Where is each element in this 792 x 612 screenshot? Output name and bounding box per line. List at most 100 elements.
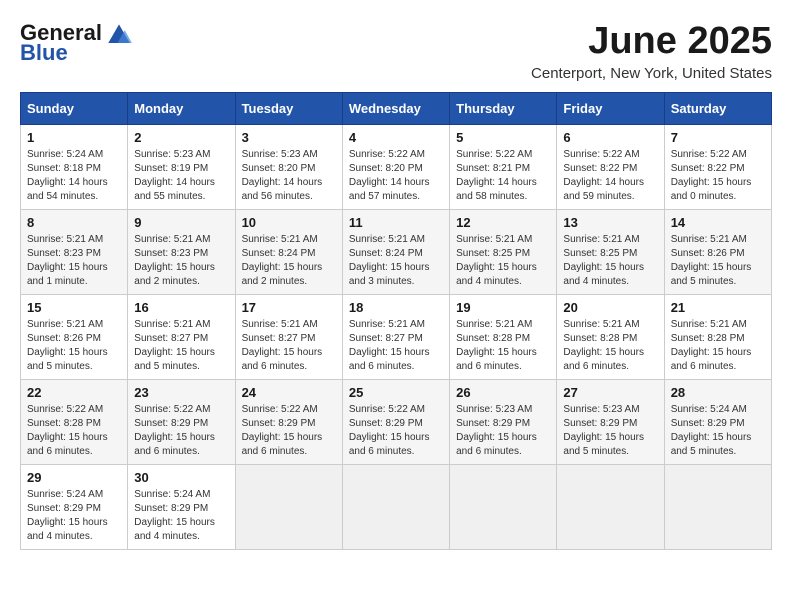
calendar-cell: 1Sunrise: 5:24 AM Sunset: 8:18 PM Daylig… [21,125,128,210]
day-info: Sunrise: 5:22 AM Sunset: 8:21 PM Dayligh… [456,148,550,204]
calendar-cell: 6 Sunrise: 5:22 AM Sunset: 8:22 PM Daylig… [557,125,664,210]
day-number: 4 [349,130,443,145]
day-number: 1 [27,130,121,145]
day-info: Sunrise: 5:23 AM Sunset: 8:29 PM Dayligh… [563,403,657,459]
day-number: 10 [242,215,336,230]
day-number: 22 [27,385,121,400]
calendar-cell: 12 Sunrise: 5:21 AM Sunset: 8:25 PM Dayli… [450,210,557,295]
day-info: Sunrise: 5:22 AM Sunset: 8:20 PM Dayligh… [349,148,443,204]
day-number: 26 [456,385,550,400]
calendar-cell: 15 Sunrise: 5:21 AM Sunset: 8:26 PM Dayli… [21,295,128,380]
day-number: 17 [242,300,336,315]
day-number: 7 [671,130,765,145]
day-number: 20 [563,300,657,315]
header-row: SundayMondayTuesdayWednesdayThursdayFrid… [21,93,772,125]
calendar-cell: 8Sunrise: 5:21 AM Sunset: 8:23 PM Daylig… [21,210,128,295]
week-row-3: 15 Sunrise: 5:21 AM Sunset: 8:26 PM Dayli… [21,295,772,380]
day-info: Sunrise: 5:21 AM Sunset: 8:23 PM Dayligh… [134,233,228,289]
calendar-cell: 3 Sunrise: 5:23 AM Sunset: 8:20 PM Daylig… [235,125,342,210]
calendar-cell: 30 Sunrise: 5:24 AM Sunset: 8:29 PM Dayli… [128,465,235,550]
calendar-cell: 19 Sunrise: 5:21 AM Sunset: 8:28 PM Dayli… [450,295,557,380]
week-row-4: 22 Sunrise: 5:22 AM Sunset: 8:28 PM Dayli… [21,380,772,465]
day-info: Sunrise: 5:22 AM Sunset: 8:29 PM Dayligh… [349,403,443,459]
day-info: Sunrise: 5:22 AM Sunset: 8:28 PM Dayligh… [27,403,121,459]
location-text: Centerport, New York, United States [531,65,772,82]
day-number: 11 [349,215,443,230]
day-info: Sunrise: 5:21 AM Sunset: 8:25 PM Dayligh… [563,233,657,289]
day-number: 12 [456,215,550,230]
day-number: 14 [671,215,765,230]
day-number: 27 [563,385,657,400]
calendar-table: SundayMondayTuesdayWednesdayThursdayFrid… [20,92,772,550]
day-info: Sunrise: 5:24 AM Sunset: 8:29 PM Dayligh… [134,488,228,544]
day-header-thursday: Thursday [450,93,557,125]
day-info: Sunrise: 5:21 AM Sunset: 8:27 PM Dayligh… [349,318,443,374]
calendar-cell: 20Sunrise: 5:21 AM Sunset: 8:28 PM Dayli… [557,295,664,380]
day-header-friday: Friday [557,93,664,125]
day-number: 25 [349,385,443,400]
day-info: Sunrise: 5:24 AM Sunset: 8:29 PM Dayligh… [671,403,765,459]
calendar-cell: 7Sunrise: 5:22 AM Sunset: 8:22 PM Daylig… [664,125,771,210]
calendar-cell: 11 Sunrise: 5:21 AM Sunset: 8:24 PM Dayli… [342,210,449,295]
day-number: 3 [242,130,336,145]
day-number: 13 [563,215,657,230]
day-number: 21 [671,300,765,315]
logo-blue-text: Blue [20,40,68,66]
logo: General Blue [20,20,134,66]
day-header-wednesday: Wednesday [342,93,449,125]
calendar-cell: 10 Sunrise: 5:21 AM Sunset: 8:24 PM Dayli… [235,210,342,295]
day-info: Sunrise: 5:21 AM Sunset: 8:27 PM Dayligh… [134,318,228,374]
day-info: Sunrise: 5:23 AM Sunset: 8:19 PM Dayligh… [134,148,228,204]
day-number: 24 [242,385,336,400]
title-area: June 2025 Centerport, New York, United S… [531,20,772,82]
day-info: Sunrise: 5:23 AM Sunset: 8:20 PM Dayligh… [242,148,336,204]
day-info: Sunrise: 5:23 AM Sunset: 8:29 PM Dayligh… [456,403,550,459]
day-info: Sunrise: 5:21 AM Sunset: 8:28 PM Dayligh… [456,318,550,374]
calendar-cell: 23 Sunrise: 5:22 AM Sunset: 8:29 PM Dayli… [128,380,235,465]
calendar-cell: 14Sunrise: 5:21 AM Sunset: 8:26 PM Dayli… [664,210,771,295]
month-title: June 2025 [531,20,772,63]
day-info: Sunrise: 5:21 AM Sunset: 8:28 PM Dayligh… [671,318,765,374]
calendar-cell: 21 Sunrise: 5:21 AM Sunset: 8:28 PM Dayli… [664,295,771,380]
day-number: 23 [134,385,228,400]
calendar-cell: 13 Sunrise: 5:21 AM Sunset: 8:25 PM Dayli… [557,210,664,295]
day-info: Sunrise: 5:22 AM Sunset: 8:22 PM Dayligh… [563,148,657,204]
day-header-sunday: Sunday [21,93,128,125]
day-number: 29 [27,470,121,485]
calendar-cell: 27 Sunrise: 5:23 AM Sunset: 8:29 PM Dayli… [557,380,664,465]
day-number: 16 [134,300,228,315]
week-row-2: 8 Sunrise: 5:21 AM Sunset: 8:23 PM Daylig… [21,210,772,295]
day-info: Sunrise: 5:21 AM Sunset: 8:27 PM Dayligh… [242,318,336,374]
calendar-cell: 29 Sunrise: 5:24 AM Sunset: 8:29 PM Dayli… [21,465,128,550]
day-number: 2 [134,130,228,145]
calendar-cell: 28 Sunrise: 5:24 AM Sunset: 8:29 PM Dayli… [664,380,771,465]
calendar-cell: 26 Sunrise: 5:23 AM Sunset: 8:29 PM Dayli… [450,380,557,465]
calendar-cell: 18 Sunrise: 5:21 AM Sunset: 8:27 PM Dayli… [342,295,449,380]
day-info: Sunrise: 5:21 AM Sunset: 8:26 PM Dayligh… [27,318,121,374]
day-header-monday: Monday [128,93,235,125]
calendar-cell [450,465,557,550]
day-info: Sunrise: 5:22 AM Sunset: 8:29 PM Dayligh… [242,403,336,459]
day-number: 8 [27,215,121,230]
day-number: 19 [456,300,550,315]
day-info: Sunrise: 5:21 AM Sunset: 8:24 PM Dayligh… [349,233,443,289]
calendar-cell [235,465,342,550]
day-number: 5 [456,130,550,145]
calendar-cell: 4 Sunrise: 5:22 AM Sunset: 8:20 PM Daylig… [342,125,449,210]
calendar-cell: 24 Sunrise: 5:22 AM Sunset: 8:29 PM Dayli… [235,380,342,465]
day-number: 9 [134,215,228,230]
week-row-5: 29 Sunrise: 5:24 AM Sunset: 8:29 PM Dayli… [21,465,772,550]
logo-icon [104,23,134,43]
page-header: General Blue June 2025 Centerport, New Y… [20,20,772,82]
day-number: 28 [671,385,765,400]
calendar-cell: 22 Sunrise: 5:22 AM Sunset: 8:28 PM Dayli… [21,380,128,465]
day-info: Sunrise: 5:21 AM Sunset: 8:25 PM Dayligh… [456,233,550,289]
day-number: 6 [563,130,657,145]
day-info: Sunrise: 5:24 AM Sunset: 8:29 PM Dayligh… [27,488,121,544]
day-info: Sunrise: 5:21 AM Sunset: 8:24 PM Dayligh… [242,233,336,289]
day-info: Sunrise: 5:22 AM Sunset: 8:29 PM Dayligh… [134,403,228,459]
day-number: 18 [349,300,443,315]
calendar-cell [557,465,664,550]
day-number: 30 [134,470,228,485]
day-number: 15 [27,300,121,315]
